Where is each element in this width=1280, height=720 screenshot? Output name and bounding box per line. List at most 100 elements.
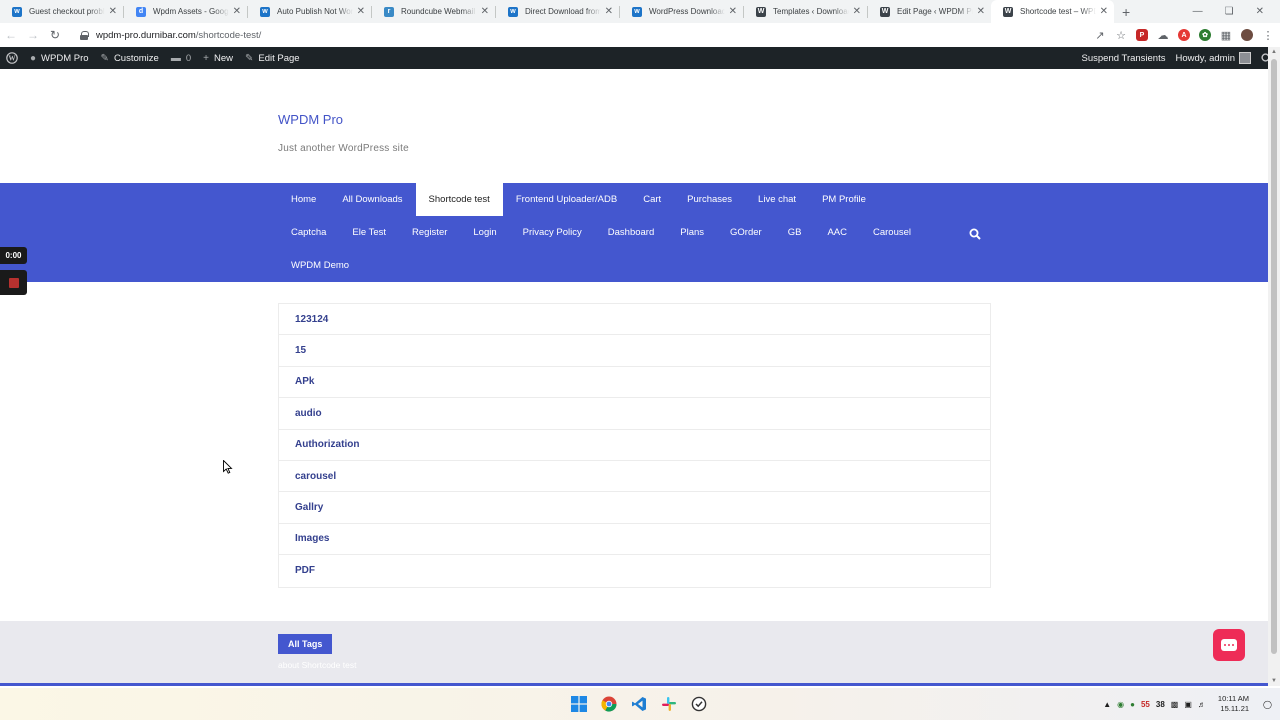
live-chat-button[interactable] <box>1213 629 1245 661</box>
svg-text:W: W <box>9 55 16 63</box>
reload-icon[interactable]: ↻ <box>44 28 66 42</box>
browser-tab[interactable]: d Wpdm Assets - Google Docs ✕ <box>124 0 247 23</box>
site-title[interactable]: WPDM Pro <box>278 112 343 127</box>
tag-link-pdf[interactable]: PDF <box>279 555 990 586</box>
browser-tab[interactable]: W Edit Page ‹ WPDM Pro ✕ <box>868 0 991 23</box>
menu-item-gorder[interactable]: GOrder <box>717 216 775 249</box>
extension-cloud-icon[interactable]: ☁ <box>1157 29 1169 42</box>
browser-menu-icon[interactable]: ⋮ <box>1262 29 1274 42</box>
search-icon[interactable] <box>969 228 981 240</box>
browser-tab[interactable]: w Direct Download from ✕ <box>496 0 619 23</box>
tab-close-icon[interactable]: ✕ <box>357 6 365 17</box>
tray-volume-icon[interactable]: ♬ <box>1198 700 1206 709</box>
slack-icon[interactable] <box>660 696 677 713</box>
menu-item-dashboard[interactable]: Dashboard <box>595 216 667 249</box>
tag-link-123124[interactable]: 123124 <box>279 304 990 336</box>
bookmark-star-icon[interactable]: ☆ <box>1115 29 1127 42</box>
tab-close-icon[interactable]: ✕ <box>977 6 985 17</box>
all-tags-button[interactable]: All Tags <box>278 634 333 654</box>
restore-icon[interactable]: ❏ <box>1225 6 1234 17</box>
about-text: about Shortcode test <box>278 660 357 670</box>
taskbar-clock[interactable]: 10:11 AM 15.11.21 <box>1218 694 1249 714</box>
scrollbar-thumb[interactable] <box>1271 59 1277 654</box>
tray-status-icon[interactable]: ◉ <box>1117 700 1124 709</box>
menu-row-3: WPDM Demo <box>278 249 362 282</box>
tray-network-icon[interactable]: ▣ <box>1184 700 1192 709</box>
back-icon[interactable]: ← <box>0 28 22 42</box>
clock-app-icon[interactable] <box>690 696 707 713</box>
browser-tab[interactable]: w Auto Publish Not Working ✕ <box>248 0 371 23</box>
menu-item-gb[interactable]: GB <box>775 216 815 249</box>
menu-item-frontend-uploader-adb[interactable]: Frontend Uploader/ADB <box>503 183 630 216</box>
menu-item-carousel[interactable]: Carousel <box>860 216 924 249</box>
tag-link-15[interactable]: 15 <box>279 335 990 367</box>
browser-tab[interactable]: W Templates ‹ Download ✕ <box>744 0 867 23</box>
minimize-icon[interactable]: — <box>1193 6 1203 17</box>
menu-item-live-chat[interactable]: Live chat <box>745 183 809 216</box>
menu-item-all-downloads[interactable]: All Downloads <box>329 183 415 216</box>
menu-item-cart[interactable]: Cart <box>630 183 674 216</box>
extension-adblock-icon[interactable]: A <box>1178 29 1190 41</box>
tag-link-authorization[interactable]: Authorization <box>279 430 990 461</box>
scroll-down-icon[interactable]: ▼ <box>1268 678 1280 684</box>
extensions-puzzle-icon[interactable]: ▦ <box>1220 29 1232 42</box>
menu-item-plans[interactable]: Plans <box>667 216 717 249</box>
wp-logo-button[interactable]: W <box>0 47 24 69</box>
browser-tab[interactable]: r Roundcube Webmail ✕ <box>372 0 495 23</box>
browser-tab[interactable]: w WordPress Download ✕ <box>620 0 743 23</box>
tab-close-icon[interactable]: ✕ <box>729 6 737 17</box>
extension-leaf-icon[interactable]: ✿ <box>1199 29 1211 41</box>
admin-comments-button[interactable]: ▬ 0 <box>165 47 197 69</box>
chrome-icon[interactable] <box>600 696 617 713</box>
browser-tab[interactable]: w Guest checkout problem ✕ <box>0 0 123 23</box>
share-icon[interactable]: ↗ <box>1094 29 1106 42</box>
tab-close-icon[interactable]: ✕ <box>233 6 241 17</box>
menu-item-register[interactable]: Register <box>399 216 460 249</box>
profile-avatar-icon[interactable] <box>1241 29 1253 41</box>
url-field[interactable]: wpdm-pro.durnibar.com/shortcode-test/ <box>80 30 261 41</box>
window-controls: — ❏ ✕ <box>1193 0 1280 23</box>
browser-tab[interactable]: W Shortcode test – WPDM ✕ <box>991 0 1114 23</box>
admin-edit-page-button[interactable]: ✎ Edit Page <box>239 47 306 69</box>
tag-link-images[interactable]: Images <box>279 524 990 556</box>
menu-item-shortcode-test[interactable]: Shortcode test <box>415 183 503 216</box>
menu-item-ele-test[interactable]: Ele Test <box>339 216 399 249</box>
tray-vpn-icon[interactable]: ● <box>1130 700 1135 709</box>
tab-close-icon[interactable]: ✕ <box>109 6 117 17</box>
close-icon[interactable]: ✕ <box>1256 6 1264 17</box>
admin-new-button[interactable]: + New <box>197 47 239 69</box>
tab-close-icon[interactable]: ✕ <box>481 6 489 17</box>
menu-item-captcha[interactable]: Captcha <box>278 216 339 249</box>
windows-start-icon[interactable] <box>570 696 587 713</box>
admin-suspend-transients[interactable]: Suspend Transients <box>1082 53 1166 64</box>
scroll-up-icon[interactable]: ▲ <box>1268 49 1280 55</box>
forward-icon[interactable]: → <box>22 28 44 42</box>
tray-number-2[interactable]: 38 <box>1156 700 1165 709</box>
tag-link-apk[interactable]: APk <box>279 367 990 399</box>
menu-item-pm-profile[interactable]: PM Profile <box>809 183 879 216</box>
menu-item-login[interactable]: Login <box>460 216 509 249</box>
menu-item-purchases[interactable]: Purchases <box>674 183 745 216</box>
menu-item-aac[interactable]: AAC <box>814 216 860 249</box>
page-scrollbar[interactable]: ▲ ▼ <box>1268 47 1280 686</box>
tray-number-1[interactable]: 55 <box>1141 700 1150 709</box>
extension-pdf-icon[interactable]: P <box>1136 29 1148 41</box>
tab-close-icon[interactable]: ✕ <box>605 6 613 17</box>
tab-close-icon[interactable]: ✕ <box>1100 6 1108 17</box>
admin-site-name[interactable]: ● WPDM Pro <box>24 47 95 69</box>
menu-item-privacy-policy[interactable]: Privacy Policy <box>510 216 595 249</box>
tag-link-gallry[interactable]: Gallry <box>279 492 990 524</box>
tag-link-audio[interactable]: audio <box>279 398 990 430</box>
tray-chevron-up-icon[interactable]: ▲ <box>1103 700 1111 709</box>
new-tab-icon[interactable]: + <box>1114 4 1138 20</box>
recorder-stop-button[interactable] <box>0 270 27 295</box>
tag-link-carousel[interactable]: carousel <box>279 461 990 493</box>
menu-item-wpdm-demo[interactable]: WPDM Demo <box>278 249 362 282</box>
admin-customize-button[interactable]: ✎ Customize <box>95 47 165 69</box>
tab-close-icon[interactable]: ✕ <box>853 6 861 17</box>
tray-display-icon[interactable]: ▩ <box>1171 700 1179 709</box>
vscode-icon[interactable] <box>630 696 647 713</box>
menu-item-home[interactable]: Home <box>278 183 329 216</box>
admin-howdy[interactable]: Howdy, admin <box>1176 52 1251 64</box>
notification-icon[interactable]: ◯ <box>1263 700 1272 709</box>
